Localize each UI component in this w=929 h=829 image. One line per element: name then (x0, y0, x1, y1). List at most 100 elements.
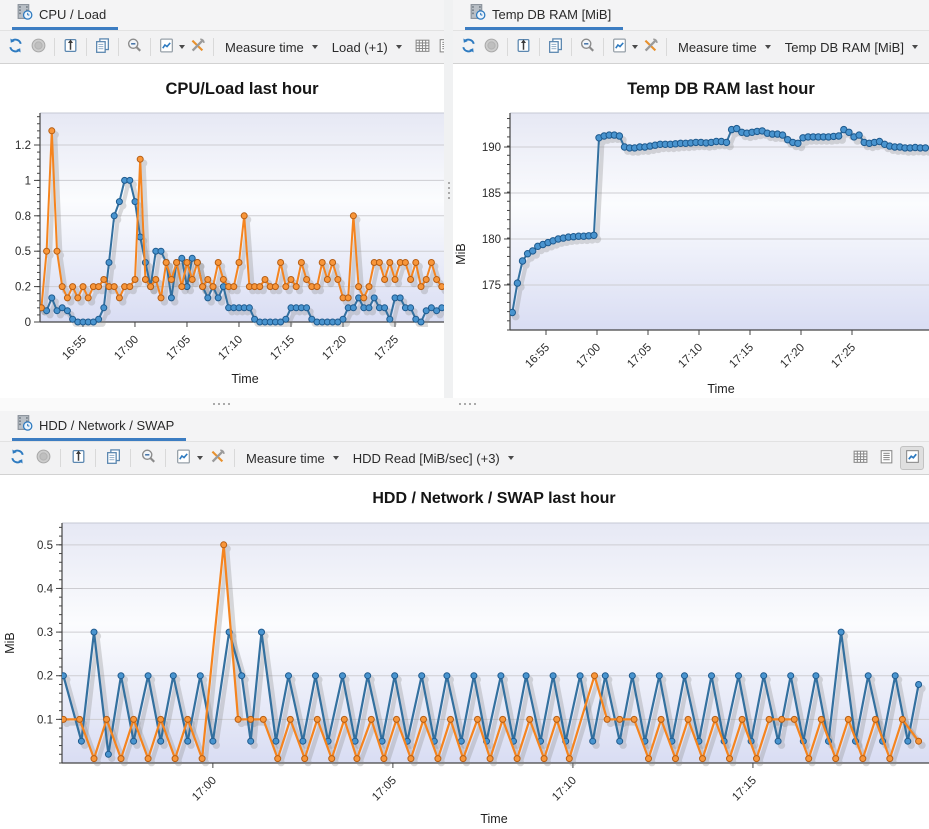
svg-text:180: 180 (482, 234, 501, 246)
record-button[interactable] (28, 35, 49, 59)
toolbar-separator (60, 449, 61, 467)
measure-time-dropdown[interactable]: Measure time (240, 449, 345, 468)
cpu-load-chart[interactable]: 00.20.50.811.216:5517:0017:0517:1017:151… (0, 64, 444, 398)
chevron-down-icon (765, 45, 771, 49)
chart-settings-icon (175, 448, 192, 468)
configure-icon (189, 37, 206, 57)
toolbar-separator (234, 449, 235, 467)
tab-label: HDD / Network / SWAP (39, 418, 174, 433)
panel-cpu-load: CPU / Load Measure time (0, 0, 444, 398)
record-button[interactable] (31, 446, 55, 470)
measure-time-label: Measure time (246, 451, 325, 466)
zoom-out-icon (579, 37, 596, 57)
export-button[interactable] (60, 35, 81, 59)
toolbar-separator (95, 449, 96, 467)
chart-view-icon (904, 448, 921, 468)
svg-text:HDD / Network / SWAP last hour: HDD / Network / SWAP last hour (372, 490, 615, 507)
svg-text:17:00: 17:00 (190, 775, 219, 804)
chevron-down-icon (312, 45, 318, 49)
copy-button[interactable] (545, 35, 566, 59)
temp-db-ram-chart[interactable]: 17518018519016:5517:0017:0517:1017:1517:… (453, 64, 929, 398)
toolbar-separator (507, 38, 508, 56)
dashboard-icon (16, 414, 33, 436)
splitter-grip (448, 182, 450, 199)
measure-time-dropdown[interactable]: Measure time (219, 38, 324, 57)
zoom-out-button[interactable] (136, 446, 160, 470)
grid-view-button[interactable] (848, 446, 872, 470)
svg-text:185: 185 (482, 188, 501, 200)
chart-settings-caret[interactable] (197, 456, 203, 460)
series-dropdown[interactable]: Load (+1) (326, 38, 408, 57)
configure-button[interactable] (640, 35, 661, 59)
chevron-down-icon (508, 456, 514, 460)
hdd-toolbar: Measure time HDD Read [MiB/sec] (+3) (0, 441, 929, 475)
svg-text:175: 175 (482, 280, 501, 292)
svg-text:Time: Time (480, 812, 507, 826)
chart-settings-caret[interactable] (179, 45, 185, 49)
grid-view-icon (414, 37, 431, 57)
chevron-down-icon (912, 45, 918, 49)
svg-text:17:25: 17:25 (829, 342, 858, 371)
record-button[interactable] (481, 35, 502, 59)
zoom-out-button[interactable] (577, 35, 598, 59)
tab-hdd-network-swap[interactable]: HDD / Network / SWAP (12, 411, 186, 441)
svg-text:17:05: 17:05 (625, 342, 654, 371)
svg-text:16:55: 16:55 (60, 334, 89, 363)
copy-icon (94, 37, 111, 57)
copy-button[interactable] (101, 446, 125, 470)
zoom-out-icon (140, 448, 157, 468)
svg-text:1: 1 (25, 175, 31, 187)
series-dropdown[interactable]: Temp DB RAM [MiB] (779, 38, 924, 57)
cpu-tabbar: CPU / Load (0, 0, 444, 30)
vertical-splitter[interactable] (444, 0, 453, 398)
refresh-icon (9, 448, 26, 468)
svg-text:17:15: 17:15 (730, 775, 759, 804)
chart-settings-button[interactable] (156, 35, 177, 59)
svg-text:MiB: MiB (454, 243, 468, 265)
splitter-grip (459, 403, 476, 405)
svg-text:0.8: 0.8 (15, 211, 31, 223)
copy-button[interactable] (92, 35, 113, 59)
temp-tabbar: Temp DB RAM [MiB] (453, 0, 929, 30)
cpu-chart-svg: 00.20.50.811.216:5517:0017:0517:1017:151… (0, 64, 444, 398)
hdd-network-swap-chart[interactable]: 0.10.20.30.40.517:0017:0517:1017:15HDD /… (0, 475, 929, 829)
chart-settings-button[interactable] (171, 446, 195, 470)
record-icon (483, 37, 500, 57)
svg-text:Time: Time (231, 372, 258, 386)
svg-text:17:10: 17:10 (216, 334, 245, 363)
zoom-out-button[interactable] (124, 35, 145, 59)
svg-text:0.2: 0.2 (15, 282, 31, 294)
toolbar-separator (539, 38, 540, 56)
grid-view-button[interactable] (412, 35, 433, 59)
export-button[interactable] (66, 446, 90, 470)
splitter-grip (213, 403, 230, 405)
chart-settings-icon (158, 37, 175, 57)
chevron-down-icon (333, 456, 339, 460)
measure-time-label: Measure time (678, 40, 757, 55)
configure-button[interactable] (205, 446, 229, 470)
horizontal-splitter[interactable] (0, 398, 929, 411)
measure-time-dropdown[interactable]: Measure time (672, 38, 777, 57)
refresh-button[interactable] (5, 35, 26, 59)
chart-settings-caret[interactable] (632, 45, 638, 49)
refresh-button[interactable] (5, 446, 29, 470)
svg-text:Time: Time (707, 382, 734, 396)
list-view-button[interactable] (874, 446, 898, 470)
panel-hdd-network-swap: HDD / Network / SWAP Measure time HDD Re… (0, 411, 929, 829)
svg-text:0.2: 0.2 (37, 671, 53, 683)
chart-view-button[interactable] (900, 446, 924, 470)
panel-temp-db-ram: Temp DB RAM [MiB] Measure time (453, 0, 929, 398)
svg-text:0.5: 0.5 (15, 246, 31, 258)
configure-button[interactable] (187, 35, 208, 59)
tab-temp-db-ram[interactable]: Temp DB RAM [MiB] (465, 0, 623, 30)
svg-text:Temp DB RAM last hour: Temp DB RAM last hour (627, 80, 815, 98)
temp-chart-svg: 17518018519016:5517:0017:0517:1017:1517:… (453, 64, 929, 398)
chart-settings-button[interactable] (609, 35, 630, 59)
svg-text:1.2: 1.2 (15, 140, 31, 152)
export-button[interactable] (513, 35, 534, 59)
series-dropdown[interactable]: HDD Read [MiB/sec] (+3) (347, 449, 520, 468)
refresh-button[interactable] (458, 35, 479, 59)
svg-text:0.3: 0.3 (37, 627, 53, 639)
tab-cpu-load[interactable]: CPU / Load (12, 0, 118, 30)
toolbar-separator (666, 38, 667, 56)
